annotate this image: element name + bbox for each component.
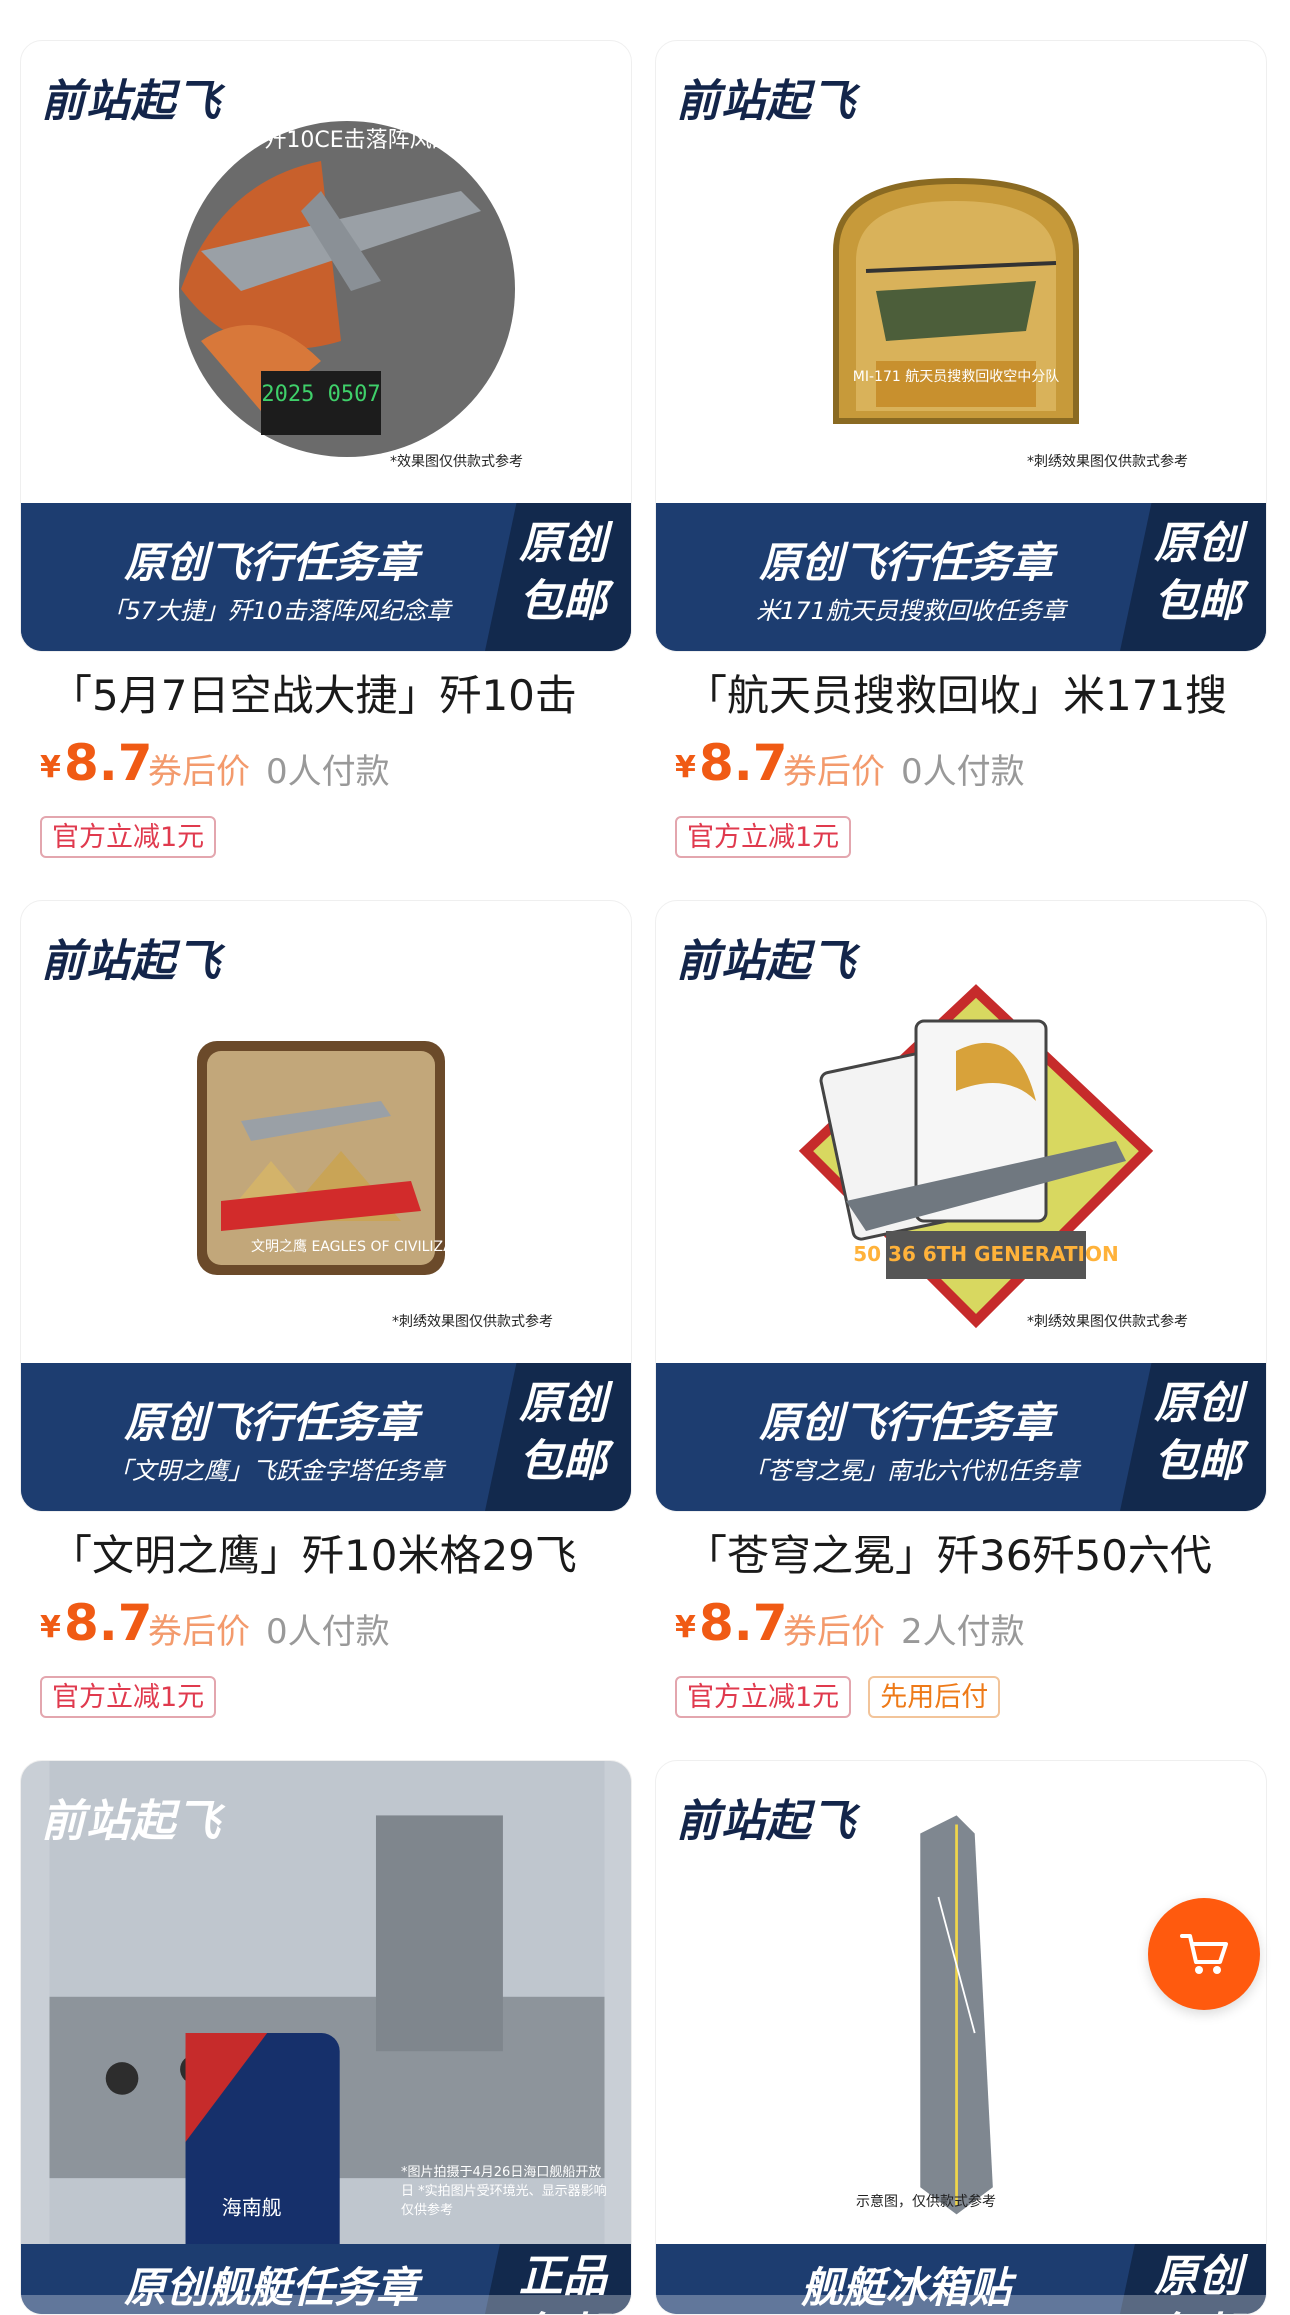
price-value: 8.7 — [64, 1594, 153, 1652]
discount-tag: 官方立减1元 — [675, 816, 852, 858]
image-text: 歼10CE击落阵风战斗机 — [264, 128, 497, 153]
price-value: 8.7 — [699, 734, 788, 792]
currency-symbol: ¥ — [675, 1610, 696, 1645]
image-note: *图片拍摄于4月26日海口舰船开放日 *实拍图片受环境光、显示器影响仅供参考 — [401, 2165, 607, 2218]
promo-banner: 原创飞行任务章 「苍穹之冕」南北六代机任务章 原创包邮 — [656, 1363, 1266, 1511]
price-label: 券后价 — [783, 752, 885, 792]
image-text: 文明之鹰 EAGLES OF CIVILIZATION — [251, 1239, 486, 1255]
brand-logo: 前站起飞 — [41, 1796, 221, 1847]
paid-count: 2人付款 — [901, 1612, 1025, 1652]
promo-banner: 原创飞行任务章 「文明之鹰」飞跃金字塔任务章 原创包邮 — [21, 1363, 631, 1511]
image-note: *刺绣效果图仅供款式参考 — [1027, 454, 1188, 470]
price-value: 8.7 — [699, 1594, 788, 1652]
price-row: ¥ 8.7 券后价 2人付款 — [655, 1592, 1235, 1652]
image-text: 50 36 6TH GENERATION — [853, 1242, 1118, 1266]
price-label: 券后价 — [148, 1612, 250, 1652]
banner-subtitle: 「苍穹之冕」南北六代机任务章 — [743, 1457, 1079, 1485]
tag-list: 官方立减1元 — [40, 1676, 228, 1720]
price-label: 券后价 — [783, 1612, 885, 1652]
currency-symbol: ¥ — [40, 1610, 61, 1645]
image-note: *效果图仅供款式参考 — [390, 454, 523, 470]
image-note: 示意图，仅供款式参考 — [856, 2194, 996, 2210]
product-image[interactable]: 文明之鹰 EAGLES OF CIVILIZATION 前站起飞 *刺绣效果图仅… — [20, 900, 632, 1512]
price-row: ¥ 8.7 券后价 0人付款 — [20, 1592, 600, 1652]
image-note: *刺绣效果图仅供款式参考 — [1027, 1314, 1188, 1330]
product-image[interactable]: 前站起飞 示意图，仅供款式参考 舰艇冰箱贴 原创包邮 — [655, 1760, 1267, 2315]
price-row: ¥ 8.7 券后价 0人付款 — [655, 732, 1235, 792]
product-card[interactable]: 文明之鹰 EAGLES OF CIVILIZATION 前站起飞 *刺绣效果图仅… — [20, 900, 632, 1780]
brand-logo: 前站起飞 — [41, 936, 221, 987]
price-value: 8.7 — [64, 734, 153, 792]
discount-tag: 官方立减1元 — [40, 1676, 217, 1718]
banner-title: 原创飞行任务章 — [123, 1398, 418, 1447]
banner-title: 原创飞行任务章 — [758, 538, 1053, 587]
brand-logo: 前站起飞 — [676, 936, 856, 987]
banner-subtitle: 「文明之鹰」飞跃金字塔任务章 — [108, 1457, 444, 1485]
discount-tag: 官方立减1元 — [40, 816, 217, 858]
paid-count: 0人付款 — [266, 752, 390, 792]
brand-logo: 前站起飞 — [676, 76, 856, 127]
banner-badge: 原创包邮 — [1154, 1378, 1242, 1487]
product-grid: 2025 0507 歼10CE击落阵风战斗机 前站起飞 *效果图仅供款式参考 原… — [0, 0, 1290, 2315]
tag-list: 官方立减1元 — [40, 816, 228, 860]
paid-count: 0人付款 — [266, 1612, 390, 1652]
product-image[interactable]: 50 36 6TH GENERATION 前站起飞 *刺绣效果图仅供款式参考 原… — [655, 900, 1267, 1512]
banner-badge: 原创包邮 — [519, 1378, 607, 1487]
brand-logo: 前站起飞 — [676, 1796, 856, 1847]
image-date: 2025 0507 — [261, 382, 380, 407]
product-title[interactable]: 「5月7日空战大捷」歼10击 — [50, 662, 620, 723]
banner-badge: 原创包邮 — [1154, 518, 1242, 627]
product-image[interactable]: MI-171 航天员搜救回收空中分队 前站起飞 *刺绣效果图仅供款式参考 原创飞… — [655, 40, 1267, 652]
image-text: MI-171 航天员搜救回收空中分队 — [853, 369, 1059, 385]
price-label: 券后价 — [148, 752, 250, 792]
price-row: ¥ 8.7 券后价 0人付款 — [20, 732, 600, 792]
tag-list: 官方立减1元 先用后付 — [675, 1676, 1012, 1720]
product-card[interactable]: 海南舰 前站起飞 *图片拍摄于4月26日海口舰船开放日 *实拍图片受环境光、显示… — [20, 1760, 632, 2315]
product-title[interactable]: 「苍穹之冕」歼36歼50六代 — [685, 1522, 1255, 1583]
brand-logo: 前站起飞 — [41, 76, 221, 127]
banner-title: 原创飞行任务章 — [758, 1398, 1053, 1447]
product-image[interactable]: 海南舰 前站起飞 *图片拍摄于4月26日海口舰船开放日 *实拍图片受环境光、显示… — [20, 1760, 632, 2315]
pay-later-tag: 先用后付 — [868, 1676, 1001, 1718]
banner-subtitle: 米171航天员搜救回收任务章 — [756, 597, 1066, 625]
product-card[interactable]: MI-171 航天员搜救回收空中分队 前站起飞 *刺绣效果图仅供款式参考 原创飞… — [655, 40, 1267, 920]
product-card[interactable]: 2025 0507 歼10CE击落阵风战斗机 前站起飞 *效果图仅供款式参考 原… — [20, 40, 632, 920]
product-title[interactable]: 「文明之鹰」歼10米格29飞 — [50, 1522, 620, 1583]
bottom-overlay — [0, 2295, 1290, 2315]
image-text: 海南舰 — [222, 2195, 282, 2219]
banner-badge: 原创包邮 — [519, 518, 607, 627]
product-card[interactable]: 50 36 6TH GENERATION 前站起飞 *刺绣效果图仅供款式参考 原… — [655, 900, 1267, 1780]
product-image[interactable]: 2025 0507 歼10CE击落阵风战斗机 前站起飞 *效果图仅供款式参考 原… — [20, 40, 632, 652]
discount-tag: 官方立减1元 — [675, 1676, 852, 1718]
currency-symbol: ¥ — [675, 750, 696, 785]
currency-symbol: ¥ — [40, 750, 61, 785]
paid-count: 0人付款 — [901, 752, 1025, 792]
promo-banner: 原创飞行任务章 米171航天员搜救回收任务章 原创包邮 — [656, 503, 1266, 651]
image-note: *刺绣效果图仅供款式参考 — [392, 1314, 553, 1330]
tag-list: 官方立减1元 — [675, 816, 863, 860]
product-title[interactable]: 「航天员搜救回收」米171搜 — [685, 662, 1255, 723]
cart-icon — [1180, 1934, 1228, 1974]
cart-button[interactable] — [1148, 1898, 1260, 2010]
promo-banner: 原创飞行任务章 「57大捷」歼10击落阵风纪念章 原创包邮 — [21, 503, 631, 651]
banner-subtitle: 「57大捷」歼10击落阵风纪念章 — [101, 597, 451, 625]
product-card[interactable]: 前站起飞 示意图，仅供款式参考 舰艇冰箱贴 原创包邮 — [655, 1760, 1267, 2315]
banner-title: 原创飞行任务章 — [123, 538, 418, 587]
